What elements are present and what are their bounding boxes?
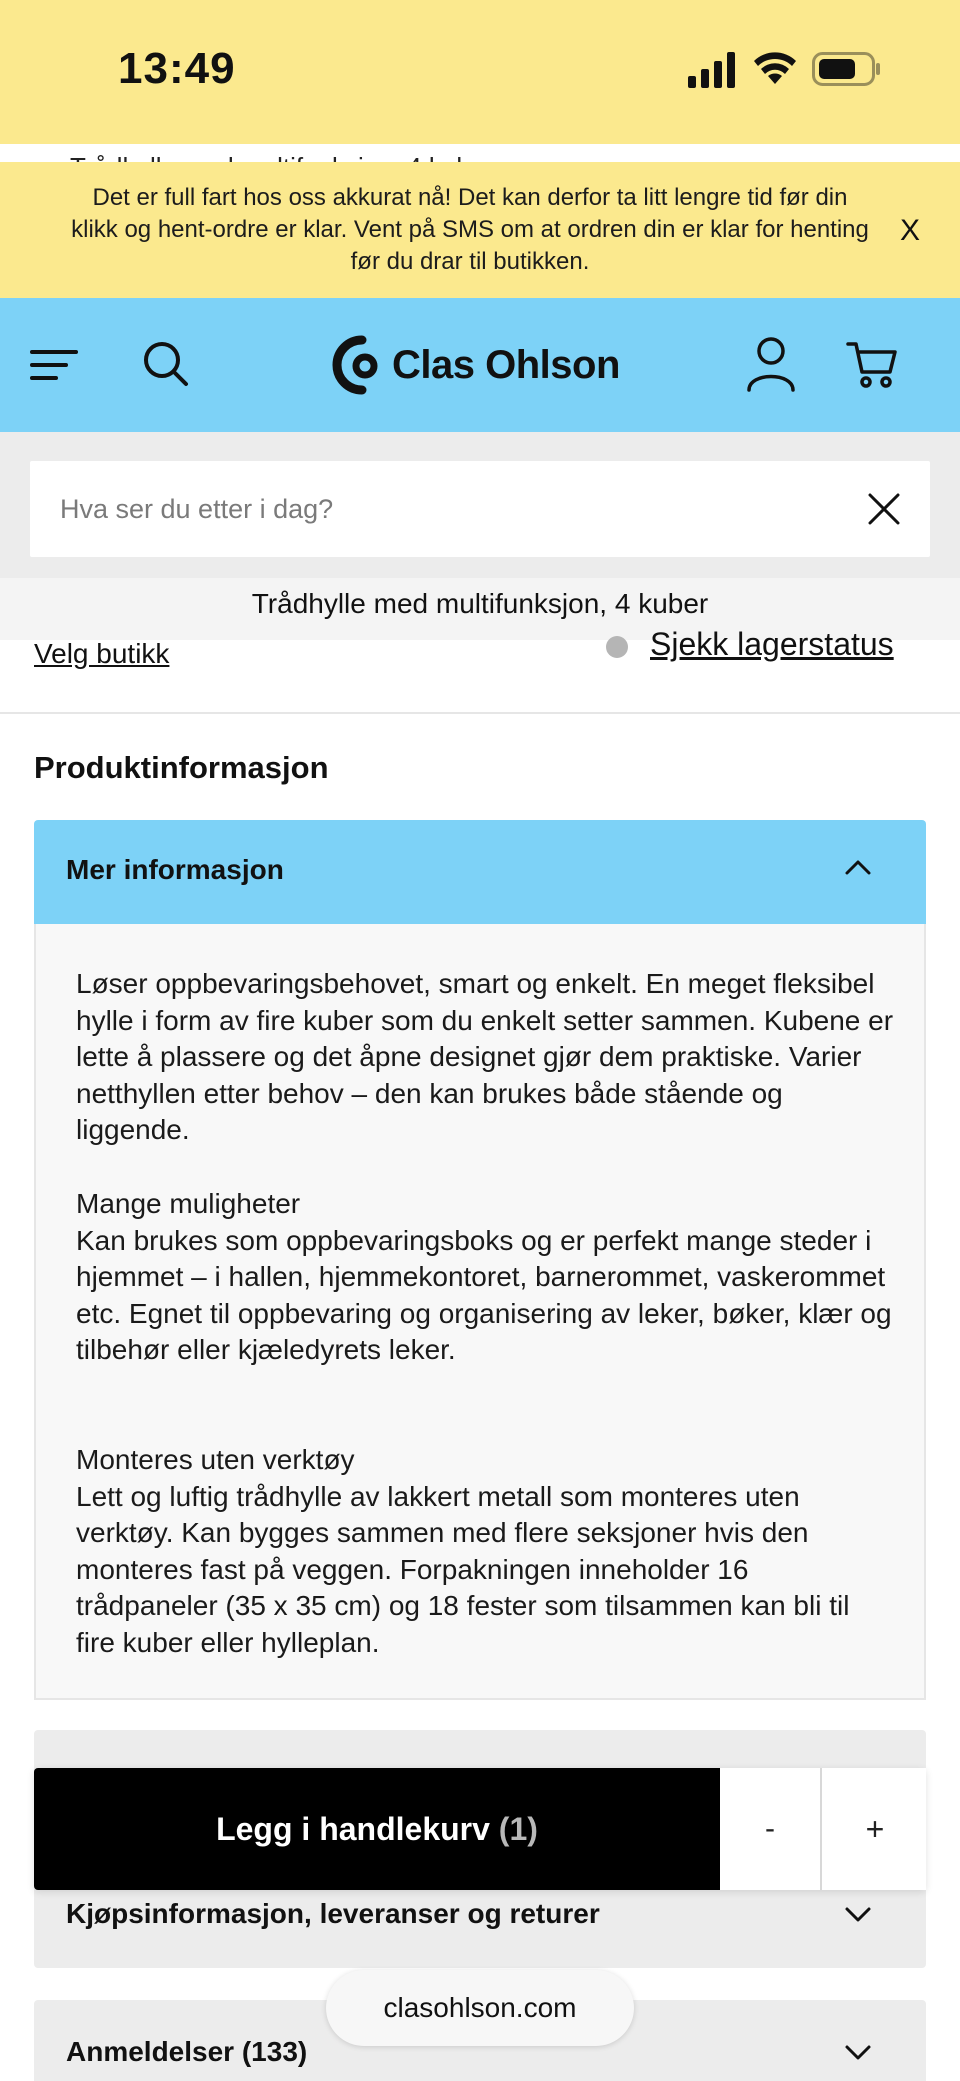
chevron-down-icon — [845, 2045, 871, 2060]
banner-close-button[interactable]: X — [900, 214, 920, 248]
cart-quantity-count: (1) — [498, 1811, 538, 1847]
chevron-down-icon — [845, 1907, 871, 1922]
site-logo[interactable]: Clas Ohlson — [332, 334, 620, 396]
accordion-label: Kjøpsinformasjon, leveranser og returer — [66, 1898, 600, 1929]
check-stock-link[interactable]: Sjekk lagerstatus — [650, 626, 894, 663]
peek-text: Trådhylle med multifunksjon, 4 kuber — [70, 152, 494, 162]
logo-mark-icon — [332, 335, 378, 395]
product-info-heading: Produktinformasjon — [34, 750, 329, 785]
stock-status-dot — [606, 636, 628, 658]
accordion-more-info-body: Løser oppbevaringsbehovet, smart og enke… — [34, 924, 926, 1700]
status-time: 13:49 — [118, 44, 236, 93]
search-icon[interactable] — [142, 340, 190, 388]
cellular-signal-icon — [688, 52, 735, 88]
add-to-cart-button[interactable]: Legg i handlekurv (1) — [34, 1768, 720, 1890]
status-bar: 13:49 — [0, 0, 960, 144]
background-content-peek: Trådhylle med multifunksjon, 4 kuber — [0, 144, 960, 162]
account-icon[interactable] — [746, 336, 796, 392]
search-input[interactable] — [60, 485, 820, 533]
battery-icon — [812, 52, 880, 86]
add-to-cart-bar: Legg i handlekurv (1) - + — [34, 1768, 926, 1890]
decrease-quantity-button[interactable]: - — [720, 1768, 822, 1890]
search-area — [0, 432, 960, 586]
add-to-cart-label: Legg i handlekurv — [216, 1811, 499, 1847]
divider — [0, 712, 960, 714]
notice-banner: Det er full fart hos oss akkurat nå! Det… — [0, 162, 960, 298]
description-paragraph: Monteres uten verktøy Lett og luftig trå… — [76, 1444, 850, 1658]
menu-icon[interactable] — [30, 342, 80, 388]
browser-url-pill[interactable]: clasohlson.com — [326, 1970, 634, 2046]
description-paragraph: Løser oppbevaringsbehovet, smart og enke… — [76, 968, 894, 1145]
close-icon[interactable] — [866, 491, 902, 527]
accordion-more-info-header[interactable]: Mer informasjon — [34, 820, 926, 924]
product-title: Trådhylle med multifunksjon, 4 kuber — [251, 588, 709, 619]
cart-icon[interactable] — [846, 340, 898, 390]
description-paragraph: Mange muligheter Kan brukes som oppbevar… — [76, 1188, 892, 1365]
search-box — [30, 461, 930, 557]
choose-store-link[interactable]: Velg butikk — [34, 638, 169, 670]
increase-quantity-button[interactable]: + — [824, 1768, 926, 1890]
banner-message: Det er full fart hos oss akkurat nå! Det… — [71, 184, 869, 275]
accordion-label: Anmeldelser (133) — [66, 2036, 308, 2067]
wifi-icon — [754, 52, 796, 84]
site-header: Clas Ohlson — [0, 298, 960, 432]
accordion-label: Mer informasjon — [66, 854, 284, 885]
chevron-up-icon — [845, 860, 871, 875]
logo-text: Clas Ohlson — [392, 342, 620, 387]
